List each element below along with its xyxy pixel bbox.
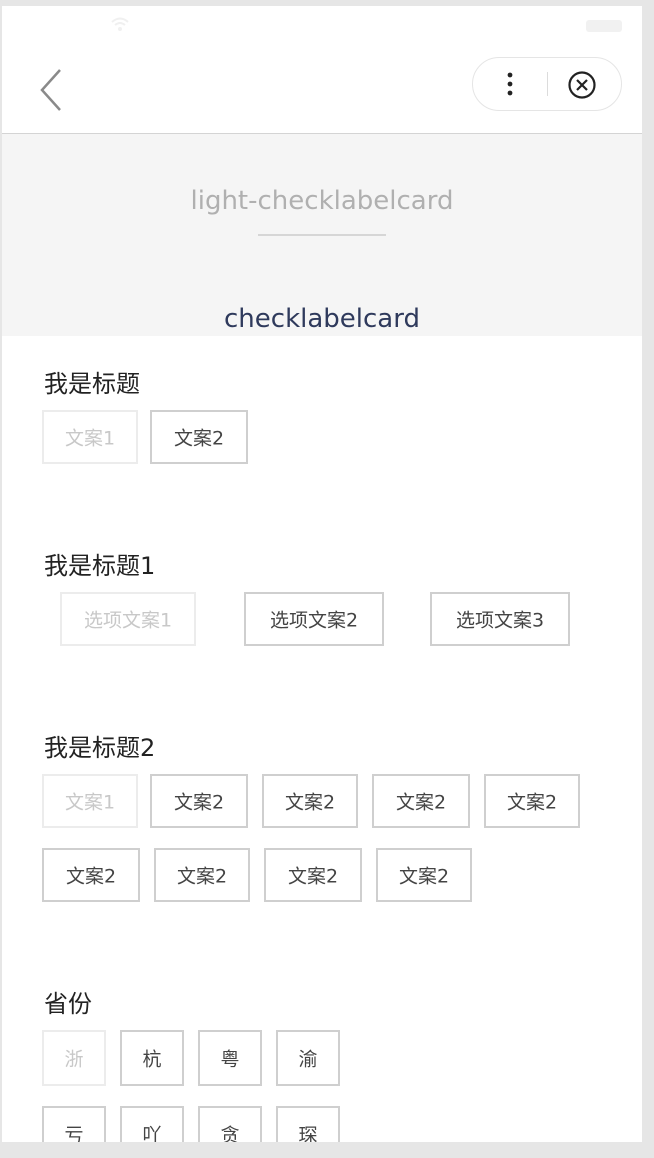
checklabel-item[interactable]: 文案2 bbox=[42, 848, 140, 902]
checklabel-item[interactable]: 选项文案2 bbox=[244, 592, 384, 646]
checklabel-item[interactable]: 选项文案3 bbox=[430, 592, 570, 646]
more-dots-icon bbox=[507, 72, 513, 96]
close-button[interactable] bbox=[567, 70, 597, 100]
mini-program-capsule bbox=[472, 57, 622, 111]
checklabel-item[interactable]: 渝 bbox=[276, 1030, 340, 1086]
checklabel-item[interactable]: 文案2 bbox=[372, 774, 470, 828]
checklabel-item[interactable]: 文案2 bbox=[264, 848, 362, 902]
checklabel-item[interactable]: 文案2 bbox=[150, 410, 248, 464]
group-title: 我是标题2 bbox=[44, 734, 156, 762]
phone-screen: light-checklabelcard checklabelcard 我是标题… bbox=[2, 6, 642, 1142]
checklabel-item[interactable]: 文案2 bbox=[484, 774, 580, 828]
demo-title: light-checklabelcard bbox=[190, 186, 454, 216]
back-arrow-icon bbox=[40, 69, 61, 111]
back-button[interactable] bbox=[38, 68, 68, 112]
battery-icon bbox=[586, 20, 622, 32]
checklabel-item[interactable]: 亏 bbox=[42, 1106, 106, 1142]
capsule-divider bbox=[547, 72, 548, 96]
checklabel-item[interactable]: 文案2 bbox=[150, 774, 248, 828]
checklabel-item[interactable]: 文案2 bbox=[154, 848, 250, 902]
group-title: 我是标题 bbox=[44, 370, 140, 398]
checklabel-item[interactable]: 浙 bbox=[42, 1030, 106, 1086]
checklabel-item[interactable]: 文案1 bbox=[42, 774, 138, 828]
nav-bar bbox=[2, 46, 642, 134]
checklabel-item[interactable]: 选项文案1 bbox=[60, 592, 196, 646]
group-title: 我是标题1 bbox=[44, 552, 156, 580]
close-circle-icon bbox=[568, 71, 596, 99]
wifi-icon bbox=[111, 17, 129, 31]
group-title: 省份 bbox=[44, 990, 92, 1018]
checklabel-item[interactable]: 粤 bbox=[198, 1030, 262, 1086]
checklabel-item[interactable]: 杭 bbox=[120, 1030, 184, 1086]
demo-header: light-checklabelcard checklabelcard bbox=[2, 134, 642, 336]
checklabel-item[interactable]: 贪 bbox=[198, 1106, 262, 1142]
checklabel-item[interactable]: 文案2 bbox=[376, 848, 472, 902]
checklabel-item[interactable]: 琛 bbox=[276, 1106, 340, 1142]
checklabel-item[interactable]: 吖 bbox=[120, 1106, 184, 1142]
title-underline bbox=[258, 234, 386, 236]
checklabel-item[interactable]: 文案2 bbox=[262, 774, 358, 828]
checklabel-item[interactable]: 文案1 bbox=[42, 410, 138, 464]
status-bar bbox=[2, 6, 642, 46]
more-button[interactable] bbox=[495, 70, 525, 98]
demo-subtitle: checklabelcard bbox=[224, 304, 420, 334]
